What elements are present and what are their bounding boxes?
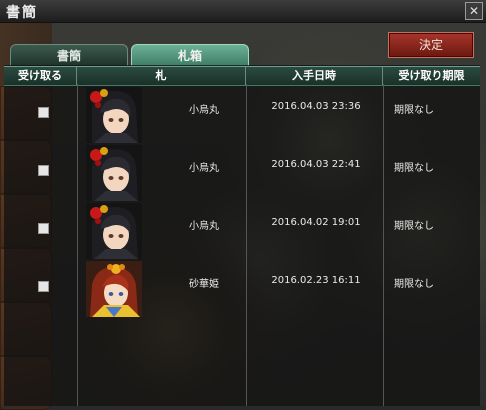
sakahime-portrait (86, 261, 142, 317)
header-receive: 受け取る (4, 67, 77, 85)
acquired-date: 2016.04.03 23:36 (271, 101, 361, 112)
header-acquired-date: 入手日時 (246, 67, 383, 85)
tab-letters[interactable]: 書簡 (10, 44, 128, 67)
kogarasumaru-portrait (86, 87, 142, 143)
table-row: 小烏丸 2016.04.02 19:01 期限なし (4, 203, 480, 261)
card-name: 小烏丸 (189, 105, 219, 116)
acquired-date: 2016.04.02 19:01 (271, 217, 361, 228)
table-row: 小烏丸 2016.04.03 23:36 期限なし (4, 87, 480, 145)
table-row: 砂華姫 2016.02.23 16:11 期限なし (4, 261, 480, 319)
deadline: 期限なし (394, 279, 434, 290)
kogarasumaru-portrait (86, 145, 142, 201)
receive-checkbox[interactable] (38, 223, 49, 234)
window-title: 書簡 (6, 5, 38, 21)
receive-checkbox[interactable] (38, 281, 49, 292)
card-name: 小烏丸 (189, 221, 219, 232)
receive-checkbox[interactable] (38, 165, 49, 176)
deadline: 期限なし (394, 105, 434, 116)
tab-card-box[interactable]: 札箱 (131, 44, 249, 67)
close-icon: ✕ (468, 4, 480, 18)
receive-checkbox[interactable] (38, 107, 49, 118)
acquired-date: 2016.02.23 16:11 (271, 275, 361, 286)
confirm-button[interactable]: 決定 (388, 32, 474, 58)
header-deadline: 受け取り期限 (398, 69, 465, 82)
card-name: 砂華姫 (189, 279, 219, 290)
deadline: 期限なし (394, 163, 434, 174)
window-titlebar: 書簡 ✕ (0, 0, 486, 23)
deadline: 期限なし (394, 221, 434, 232)
header-card: 札 (77, 67, 246, 85)
table-header: 受け取る 札 入手日時 受け取り期限 (4, 66, 480, 86)
acquired-date: 2016.04.03 22:41 (271, 159, 361, 170)
kogarasumaru-portrait (86, 203, 142, 259)
close-button[interactable]: ✕ (465, 2, 483, 20)
table-row: 小烏丸 2016.04.03 22:41 期限なし (4, 145, 480, 203)
card-name: 小烏丸 (189, 163, 219, 174)
